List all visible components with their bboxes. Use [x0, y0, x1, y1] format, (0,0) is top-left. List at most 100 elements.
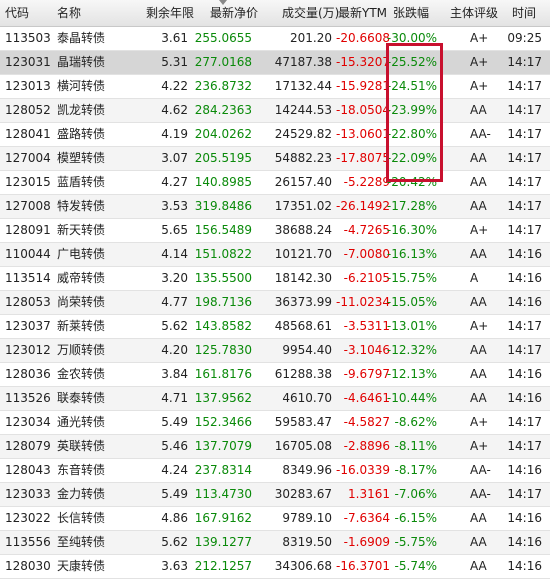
net-price: 198.7136: [194, 295, 252, 309]
header-ytm[interactable]: 最新YTM: [338, 0, 387, 26]
header-time[interactable]: 时间: [512, 0, 536, 26]
bond-name: 尚荣转债: [57, 295, 106, 309]
bond-name: 盛路转债: [57, 127, 106, 141]
time: 14:16: [507, 247, 542, 261]
table-row[interactable]: 123034 通光转债 5.49 152.3466 59583.47 -4.5827 -8.…: [0, 411, 550, 435]
table-row[interactable]: 113526 联泰转债 4.71 137.9562 4610.70 -4.6461 -10.…: [0, 387, 550, 411]
table-row[interactable]: 128036 金农转债 3.84 161.8176 61288.38 -9.6797 -12…: [0, 363, 550, 387]
time: 14:17: [507, 439, 542, 453]
table-row[interactable]: 128052 凯龙转债 4.62 284.2363 14244.53 -18.0504 -2…: [0, 99, 550, 123]
ytm: -3.5311: [343, 319, 390, 333]
volume: 26157.40: [274, 175, 332, 189]
table-row[interactable]: 123033 金力转债 5.49 113.4730 30283.67 1.3161 -7.0…: [0, 483, 550, 507]
table-row[interactable]: 127004 模塑转债 3.07 205.5195 54882.23 -17.8075 -2…: [0, 147, 550, 171]
change-percent: -15.05%: [386, 295, 437, 309]
header-net-price[interactable]: 最新净价: [210, 0, 258, 26]
table-row[interactable]: 113503 泰晶转债 3.61 255.0655 201.20 -20.6608 -30.…: [0, 27, 550, 51]
rating: A+: [470, 415, 489, 429]
bond-name: 威帝转债: [57, 271, 106, 285]
bond-name: 东音转债: [57, 463, 106, 477]
bond-name: 通光转债: [57, 415, 106, 429]
remaining-years: 4.24: [161, 463, 188, 477]
bond-code: 128053: [5, 295, 51, 309]
header-code[interactable]: 代码: [5, 0, 29, 26]
ytm: -1.6909: [343, 535, 390, 549]
bond-name: 万顺转债: [57, 343, 106, 357]
time: 14:17: [507, 223, 542, 237]
bond-code: 113514: [5, 271, 51, 285]
table-row[interactable]: 128043 东音转债 4.24 237.8314 8349.96 -16.0339 -8.…: [0, 459, 550, 483]
bond-name: 金力转债: [57, 487, 106, 501]
header-volume[interactable]: 成交量(万): [282, 0, 339, 26]
table-row[interactable]: 123013 横河转债 4.22 236.8732 17132.44 -15.9281 -2…: [0, 75, 550, 99]
table-row[interactable]: 113556 至纯转债 5.62 139.1277 8319.50 -1.6909 -5.7…: [0, 531, 550, 555]
time: 14:17: [507, 487, 542, 501]
header-remaining-years[interactable]: 剩余年限: [146, 0, 194, 26]
volume: 16705.08: [274, 439, 332, 453]
bond-table: 113503 泰晶转债 3.61 255.0655 201.20 -20.6608 -30.…: [0, 27, 550, 579]
header-rating[interactable]: 主体评级: [450, 0, 498, 26]
bond-code: 113556: [5, 535, 51, 549]
table-row[interactable]: 123015 蓝盾转债 4.27 140.8985 26157.40 -5.2289 -20…: [0, 171, 550, 195]
net-price: 140.8985: [194, 175, 252, 189]
net-price: 125.7830: [194, 343, 252, 357]
table-row[interactable]: 127008 特发转债 3.53 319.8486 17351.02 -26.1492 -1…: [0, 195, 550, 219]
change-percent: -10.44%: [386, 391, 437, 405]
ytm: -3.1046: [343, 343, 390, 357]
bond-code: 110044: [5, 247, 51, 261]
remaining-years: 4.77: [161, 295, 188, 309]
time: 14:17: [507, 79, 542, 93]
rating: AA: [470, 559, 487, 573]
time: 14:16: [507, 295, 542, 309]
net-price: 255.0655: [194, 31, 252, 45]
bond-name: 泰晶转债: [57, 31, 106, 45]
time: 14:16: [507, 271, 542, 285]
time: 14:16: [507, 511, 542, 525]
time: 14:17: [507, 319, 542, 333]
change-percent: -13.01%: [386, 319, 437, 333]
bond-code: 123031: [5, 55, 51, 69]
bond-code: 128041: [5, 127, 51, 141]
table-row[interactable]: 128041 盛路转债 4.19 204.0262 24529.82 -13.0601 -2…: [0, 123, 550, 147]
table-row[interactable]: 128030 天康转债 3.63 212.1257 34306.68 -16.3701 -5…: [0, 555, 550, 579]
volume: 14244.53: [274, 103, 332, 117]
time: 14:17: [507, 343, 542, 357]
header-change[interactable]: 张跌幅: [393, 0, 429, 26]
bond-code: 113503: [5, 31, 51, 45]
table-row[interactable]: 123012 万顺转债 4.20 125.7830 9954.40 -3.1046 -12.…: [0, 339, 550, 363]
ytm: -4.5827: [343, 415, 390, 429]
table-row[interactable]: 128053 尚荣转债 4.77 198.7136 36373.99 -11.0234 -1…: [0, 291, 550, 315]
remaining-years: 4.86: [161, 511, 188, 525]
bond-code: 123013: [5, 79, 51, 93]
rating: AA: [470, 103, 487, 117]
table-row[interactable]: 110044 广电转债 4.14 151.0822 10121.70 -7.0080 -16…: [0, 243, 550, 267]
ytm: -4.7265: [343, 223, 390, 237]
ytm: -7.6364: [343, 511, 390, 525]
rating: AA-: [470, 487, 491, 501]
table-row[interactable]: 123022 长信转债 4.86 167.9162 9789.10 -7.6364 -6.1…: [0, 507, 550, 531]
rating: AA: [470, 199, 487, 213]
change-percent: -12.13%: [386, 367, 437, 381]
ytm: -26.1492: [336, 199, 390, 213]
net-price: 319.8486: [194, 199, 252, 213]
table-row[interactable]: 128079 英联转债 5.46 137.7079 16705.08 -2.8896 -8.…: [0, 435, 550, 459]
volume: 24529.82: [274, 127, 332, 141]
table-row[interactable]: 128091 新天转债 5.65 156.5489 38688.24 -4.7265 -16…: [0, 219, 550, 243]
volume: 8319.50: [282, 535, 332, 549]
net-price: 137.7079: [194, 439, 252, 453]
header-name[interactable]: 名称: [57, 0, 81, 26]
time: 14:17: [507, 415, 542, 429]
time: 14:17: [507, 103, 542, 117]
volume: 18142.30: [274, 271, 332, 285]
change-percent: -24.51%: [386, 79, 437, 93]
bond-code: 128052: [5, 103, 51, 117]
table-row[interactable]: 123031 晶瑞转债 5.31 277.0168 47187.38 -15.3207 -2…: [0, 51, 550, 75]
remaining-years: 4.22: [161, 79, 188, 93]
volume: 47187.38: [274, 55, 332, 69]
table-row[interactable]: 123037 新莱转债 5.62 143.8582 48568.61 -3.5311 -13…: [0, 315, 550, 339]
change-percent: -5.75%: [394, 535, 437, 549]
volume: 8349.96: [282, 463, 332, 477]
ytm: -2.8896: [343, 439, 390, 453]
ytm: -16.0339: [336, 463, 390, 477]
table-row[interactable]: 113514 威帝转债 3.20 135.5500 18142.30 -6.2105 -15…: [0, 267, 550, 291]
